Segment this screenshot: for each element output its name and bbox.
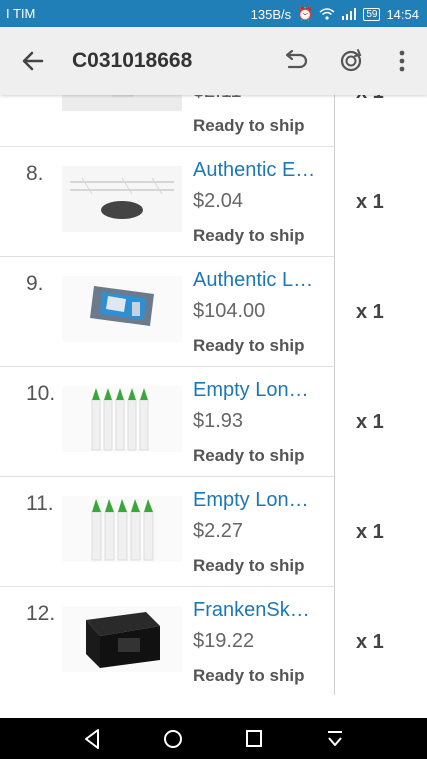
item-number: 10. bbox=[26, 382, 56, 405]
product-thumbnail bbox=[62, 496, 182, 562]
status-indicators: 135B/s ⏰ 59 14:54 bbox=[251, 6, 419, 22]
signal-icon bbox=[342, 8, 357, 20]
alarm-icon: ⏰ bbox=[297, 6, 314, 21]
list-item[interactable]: 10. Empty Lon… $1.93 Ready to ship x 1 bbox=[0, 367, 427, 477]
item-number: 8. bbox=[26, 162, 44, 185]
item-price: $1.93 bbox=[193, 410, 244, 432]
product-thumbnail bbox=[62, 606, 182, 672]
item-quantity: x 1 bbox=[356, 411, 384, 433]
item-status: Ready to ship bbox=[193, 336, 305, 355]
nav-recents-icon[interactable] bbox=[244, 728, 264, 750]
status-bar: I TIM 135B/s ⏰ 59 14:54 bbox=[0, 0, 427, 27]
nav-home-icon[interactable] bbox=[162, 728, 184, 750]
list-item[interactable]: 8. Authentic E… $2.04 Ready to ship x 1 bbox=[0, 147, 427, 257]
list-item[interactable]: 9. Authentic L… $104.00 Ready to ship x … bbox=[0, 257, 427, 367]
clock: 14:54 bbox=[386, 6, 419, 22]
item-name-link[interactable]: Empty Lon… bbox=[193, 379, 329, 402]
item-status: Ready to ship bbox=[193, 666, 305, 685]
item-status: Ready to ship bbox=[193, 226, 305, 245]
item-price: $104.00 bbox=[193, 300, 266, 322]
order-items-list[interactable]: $2.11 Ready to ship x 1 8. Authentic E… … bbox=[0, 95, 427, 718]
item-quantity: x 1 bbox=[356, 301, 384, 323]
item-price: $2.27 bbox=[193, 520, 244, 542]
item-quantity: x 1 bbox=[356, 191, 384, 213]
product-thumbnail bbox=[62, 386, 182, 452]
item-quantity: x 1 bbox=[356, 95, 384, 104]
battery-indicator: 59 bbox=[363, 7, 381, 21]
item-price: $2.04 bbox=[193, 190, 244, 212]
network-speed: 135B/s bbox=[250, 6, 292, 22]
refresh-icon[interactable] bbox=[336, 47, 366, 75]
list-item[interactable]: 12. FrankenSk… $19.22 Ready to ship x 1 bbox=[0, 587, 427, 697]
item-status: Ready to ship bbox=[193, 446, 305, 465]
nav-back-icon[interactable] bbox=[82, 728, 102, 750]
item-quantity: x 1 bbox=[356, 521, 384, 543]
item-status: Ready to ship bbox=[193, 116, 305, 135]
item-name-link[interactable]: Empty Lon… bbox=[193, 489, 329, 512]
back-arrow-icon[interactable] bbox=[18, 47, 48, 75]
item-number: 12. bbox=[26, 602, 56, 625]
item-number: 9. bbox=[26, 272, 44, 295]
more-vert-icon[interactable] bbox=[388, 47, 418, 75]
item-price: $2.11 bbox=[193, 95, 242, 103]
item-name-link[interactable]: FrankenSk… bbox=[193, 599, 329, 622]
carrier-label: I TIM bbox=[6, 6, 36, 21]
product-thumbnail bbox=[62, 276, 182, 342]
undo-icon[interactable] bbox=[280, 47, 310, 75]
product-thumbnail bbox=[62, 166, 182, 232]
app-bar: C031018668 bbox=[0, 27, 427, 95]
item-price: $19.22 bbox=[193, 630, 255, 652]
system-nav-bar bbox=[0, 718, 427, 759]
item-quantity: x 1 bbox=[356, 631, 384, 653]
list-item[interactable]: 11. Empty Lon… $2.27 Ready to ship x 1 bbox=[0, 477, 427, 587]
product-thumbnail bbox=[62, 95, 182, 111]
wifi-icon bbox=[319, 8, 335, 20]
item-number: 11. bbox=[26, 492, 54, 515]
page-title: C031018668 bbox=[72, 49, 193, 72]
item-status: Ready to ship bbox=[193, 556, 305, 575]
nav-notifications-icon[interactable] bbox=[325, 728, 345, 750]
item-name-link[interactable]: Authentic E… bbox=[193, 159, 329, 182]
item-name-link[interactable]: Authentic L… bbox=[193, 269, 329, 292]
list-item[interactable]: $2.11 Ready to ship x 1 bbox=[0, 95, 427, 147]
